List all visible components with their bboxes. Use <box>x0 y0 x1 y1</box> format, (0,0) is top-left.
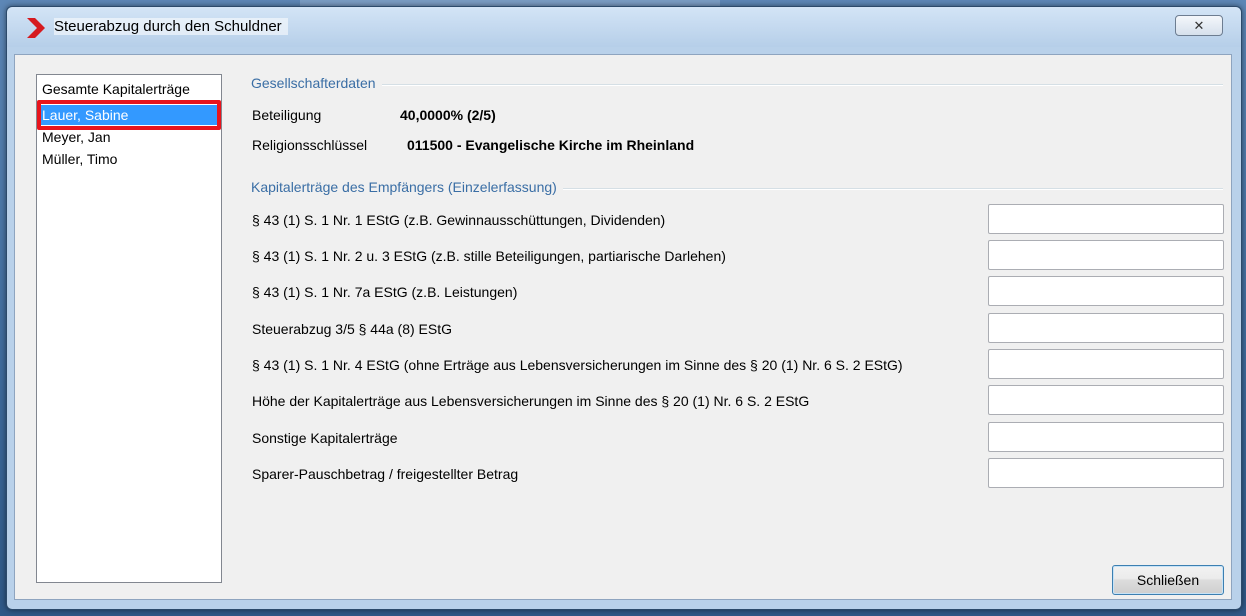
income-row-label: Sonstige Kapitalerträge <box>252 430 398 446</box>
income-input-nr4[interactable] <box>988 349 1224 379</box>
income-input-tax-deduction[interactable] <box>988 313 1224 343</box>
stake-label: Beteiligung <box>252 107 322 123</box>
red-chevron-icon <box>27 18 45 38</box>
recipient-list[interactable]: Gesamte Kapitalerträge Lauer, Sabine Mey… <box>36 74 222 583</box>
income-input-benefits[interactable] <box>988 276 1224 306</box>
income-input-silent-partnerships[interactable] <box>988 240 1224 270</box>
income-row-label: Höhe der Kapitalerträge aus Lebensversic… <box>252 393 810 409</box>
dialog-content: Gesamte Kapitalerträge Lauer, Sabine Mey… <box>14 54 1232 600</box>
stake-value: 40,0000% (2/5) <box>400 107 496 123</box>
section-title-shareholder: Gesellschafterdaten <box>251 75 382 91</box>
religion-key-label: Religionsschlüssel <box>252 137 368 153</box>
title-bar[interactable]: Steuerabzug durch den Schuldner ✕ <box>7 7 1241 47</box>
section-divider-shareholder <box>255 84 1223 86</box>
income-row-label: Steuerabzug 3/5 § 44a (8) EStG <box>252 321 453 337</box>
income-row-label: § 43 (1) S. 1 Nr. 4 EStG (ohne Erträge a… <box>252 357 903 373</box>
section-title-income: Kapitalerträge des Empfängers (Einzelerf… <box>251 179 563 195</box>
income-row-label: § 43 (1) S. 1 Nr. 2 u. 3 EStG (z.B. stil… <box>252 248 726 264</box>
dialog-window: Steuerabzug durch den Schuldner ✕ Gesamt… <box>6 6 1242 610</box>
income-row-label: § 43 (1) S. 1 Nr. 1 EStG (z.B. Gewinnaus… <box>252 212 666 228</box>
window-title: Steuerabzug durch den Schuldner <box>54 18 288 35</box>
close-icon: ✕ <box>1193 17 1205 33</box>
income-row-label: Sparer-Pauschbetrag / freigestellter Bet… <box>252 466 519 482</box>
religion-key-value: 011500 - Evangelische Kirche im Rheinlan… <box>407 137 695 153</box>
list-item-meyer-jan[interactable]: Meyer, Jan <box>40 127 218 147</box>
income-input-other[interactable] <box>988 422 1224 452</box>
list-item-gesamte-kapitalertraege[interactable]: Gesamte Kapitalerträge <box>40 79 218 99</box>
close-button[interactable]: Schließen <box>1112 565 1224 595</box>
income-input-life-insurance[interactable] <box>988 385 1224 415</box>
selection-highlight-outline <box>37 100 221 130</box>
income-input-dividends[interactable] <box>988 204 1224 234</box>
income-row-label: § 43 (1) S. 1 Nr. 7a EStG (z.B. Leistung… <box>252 284 518 300</box>
close-window-button[interactable]: ✕ <box>1175 15 1223 36</box>
income-input-saver-allowance[interactable] <box>988 458 1224 488</box>
list-item-mueller-timo[interactable]: Müller, Timo <box>40 149 218 169</box>
